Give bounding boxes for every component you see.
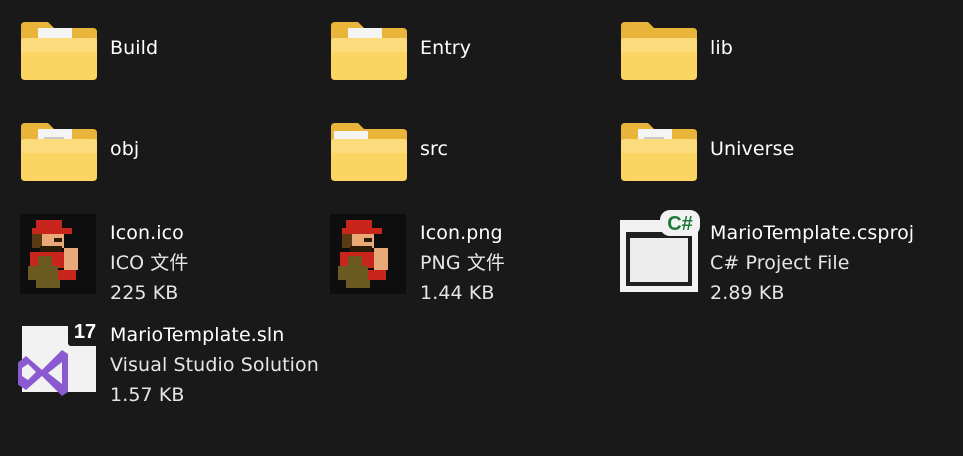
item-type: ICO 文件 (110, 252, 189, 274)
item-type: Visual Studio Solution (110, 354, 319, 376)
item-name: MarioTemplate.csproj (710, 222, 915, 244)
item-size: 1.44 KB (420, 282, 495, 304)
item-name: Icon.ico (110, 222, 184, 244)
csharp-badge: C# (667, 213, 693, 235)
item-name: src (420, 138, 449, 160)
item-type: PNG 文件 (420, 252, 506, 274)
item-name: Icon.png (420, 222, 503, 244)
version-badge: 17 (74, 321, 96, 343)
visual-studio-solution-icon: 17 (18, 310, 102, 396)
folder-with-file-icon (18, 14, 100, 96)
item-size: 225 KB (110, 282, 179, 304)
item-name: MarioTemplate.sln (110, 324, 285, 346)
folder-icon (328, 115, 410, 197)
mario-image-icon (328, 208, 410, 294)
folder-with-file-icon (618, 115, 700, 197)
mario-image-icon (18, 208, 100, 294)
folder-icon (618, 14, 700, 96)
csharp-project-icon: C# (618, 208, 700, 292)
item-name: lib (710, 37, 733, 59)
item-name: Build (110, 37, 159, 59)
folder-with-file-icon (18, 115, 100, 197)
item-size: 1.57 KB (110, 384, 185, 406)
folder-with-file-icon (328, 14, 410, 96)
item-name: Universe (710, 138, 795, 160)
item-name: obj (110, 138, 140, 160)
item-name: Entry (420, 37, 472, 59)
item-size: 2.89 KB (710, 282, 785, 304)
item-type: C# Project File (710, 252, 850, 274)
